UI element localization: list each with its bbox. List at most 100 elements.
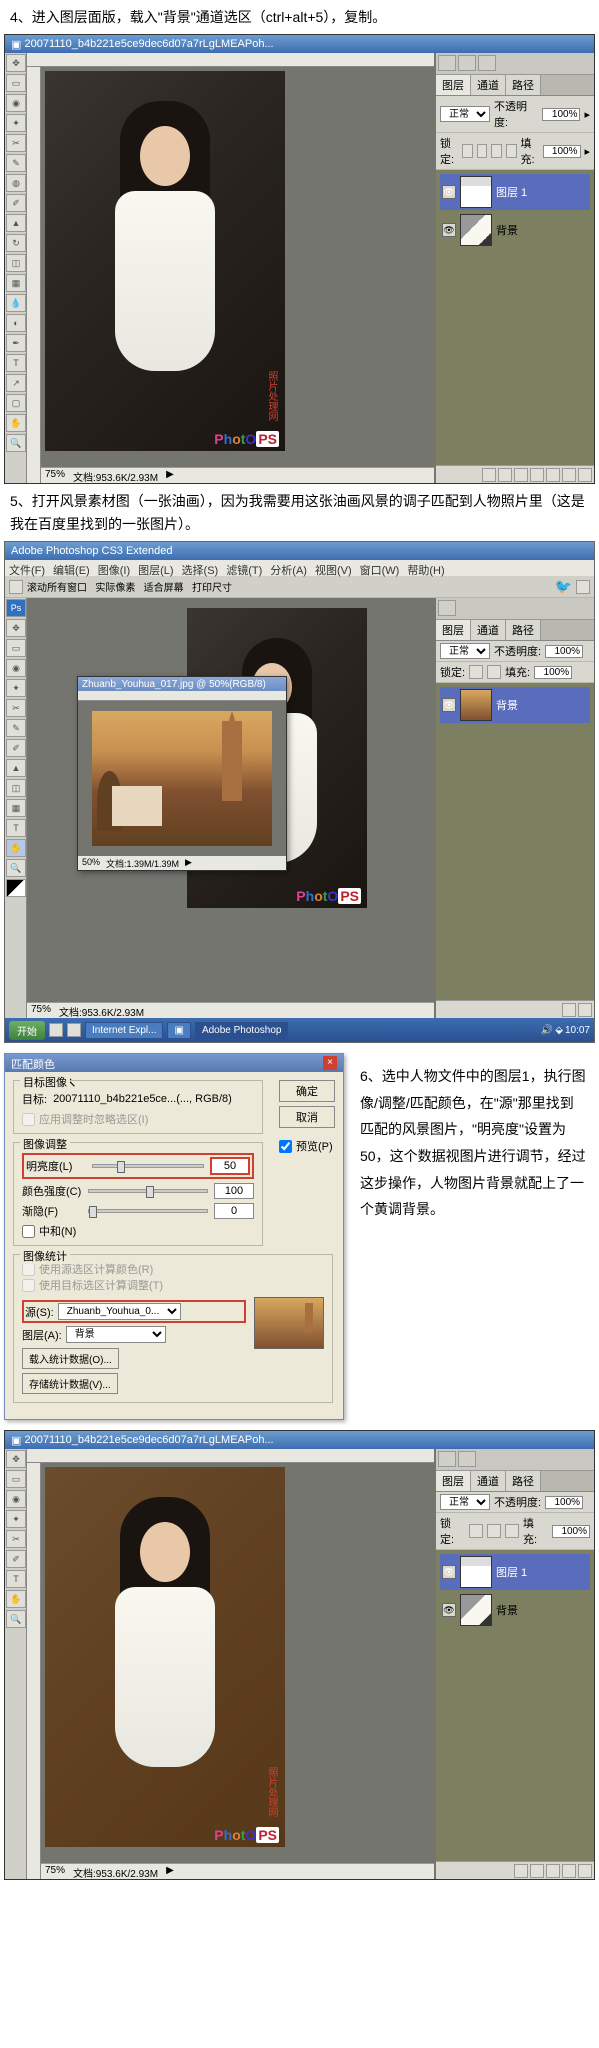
tab-paths[interactable]: 路径	[506, 1471, 541, 1491]
visibility-icon[interactable]: 👁	[442, 1565, 456, 1579]
shape-tool[interactable]: ▢	[6, 394, 26, 412]
visibility-icon[interactable]: 👁	[442, 698, 456, 712]
lock-icon[interactable]	[487, 1524, 501, 1538]
luminance-slider[interactable]	[92, 1164, 204, 1168]
menu-select[interactable]: 选择(S)	[182, 562, 219, 574]
neutralize-checkbox[interactable]	[22, 1225, 35, 1238]
trash-icon[interactable]	[578, 1003, 592, 1017]
move-tool[interactable]: ✥	[6, 619, 26, 637]
mask-icon[interactable]	[530, 1864, 544, 1878]
zoom-level[interactable]: 75%	[31, 1004, 51, 1017]
layer-item[interactable]: 👁 背景	[440, 1592, 590, 1628]
util-btn[interactable]	[438, 1451, 456, 1467]
mask-icon[interactable]	[514, 468, 528, 482]
lock-icon[interactable]	[487, 665, 501, 679]
move-tool[interactable]: ✥	[6, 1450, 26, 1468]
move-tool[interactable]: ✥	[6, 54, 26, 72]
lasso-tool[interactable]: ◉	[6, 94, 26, 112]
statusbar-arrow[interactable]: ▶	[166, 469, 174, 482]
lock-move-icon[interactable]	[491, 144, 502, 158]
opacity-input[interactable]	[545, 1496, 583, 1509]
util-btn[interactable]	[438, 600, 456, 616]
fx-icon[interactable]	[514, 1864, 528, 1878]
quicklaunch-icon[interactable]	[49, 1023, 63, 1037]
floating-titlebar[interactable]: Zhuanb_Youhua_017.jpg @ 50%(RGB/8)	[78, 677, 286, 691]
menu-edit[interactable]: 编辑(E)	[53, 562, 90, 574]
tab-layers[interactable]: 图层	[436, 1471, 471, 1491]
layer-item[interactable]: 👁 图层 1	[440, 174, 590, 210]
tray-icon[interactable]: ⬙	[555, 1025, 563, 1036]
marquee-tool[interactable]: ▭	[6, 74, 26, 92]
marquee-tool[interactable]: ▭	[6, 639, 26, 657]
layer-name[interactable]: 图层 1	[496, 1564, 527, 1580]
stamp-tool[interactable]: ▲	[6, 759, 26, 777]
layer-item[interactable]: 👁 图层 1	[440, 1554, 590, 1590]
floating-document[interactable]: Zhuanb_Youhua_017.jpg @ 50%(RGB/8) 50% 文…	[77, 676, 287, 871]
task-item-active[interactable]: Adobe Photoshop	[195, 1022, 289, 1039]
gradient-tool[interactable]: ▦	[6, 274, 26, 292]
lock-all-icon[interactable]	[506, 144, 517, 158]
fade-slider[interactable]	[88, 1209, 208, 1213]
layer-name[interactable]: 背景	[496, 222, 518, 238]
util-btn[interactable]	[458, 1451, 476, 1467]
fade-value[interactable]: 0	[214, 1203, 254, 1219]
new-layer-icon[interactable]	[562, 1003, 576, 1017]
fill-input[interactable]	[534, 666, 572, 679]
layer-item[interactable]: 👁 背景	[440, 212, 590, 248]
fg-bg-color[interactable]	[6, 879, 26, 897]
lock-icon[interactable]	[505, 1524, 519, 1538]
menu-window[interactable]: 窗口(W)	[360, 562, 400, 574]
trash-icon[interactable]	[578, 1864, 592, 1878]
layer-select[interactable]: 背景	[66, 1326, 166, 1343]
wand-tool[interactable]: ✦	[6, 679, 26, 697]
crop-tool[interactable]: ✂	[6, 699, 26, 717]
type-tool[interactable]: T	[6, 1570, 26, 1588]
blur-tool[interactable]: 💧	[6, 294, 26, 312]
layer-item[interactable]: 👁 背景	[440, 687, 590, 723]
menu-view[interactable]: 视图(V)	[315, 562, 352, 574]
link-icon[interactable]	[482, 468, 496, 482]
luminance-value[interactable]: 50	[210, 1157, 250, 1175]
zoom-level[interactable]: 75%	[45, 1865, 65, 1878]
menu-analysis[interactable]: 分析(A)	[270, 562, 307, 574]
lock-transparent-icon[interactable]	[462, 144, 473, 158]
util-btn[interactable]	[458, 55, 476, 71]
layer-name[interactable]: 背景	[496, 1602, 518, 1618]
menu-image[interactable]: 图像(I)	[98, 562, 130, 574]
marquee-tool[interactable]: ▭	[6, 1470, 26, 1488]
new-layer-icon[interactable]	[562, 468, 576, 482]
hand-tool[interactable]: ✋	[6, 839, 26, 857]
opacity-input[interactable]	[545, 645, 583, 658]
visibility-icon[interactable]: 👁	[442, 185, 456, 199]
zoom-tool[interactable]: 🔍	[6, 859, 26, 877]
visibility-icon[interactable]: 👁	[442, 223, 456, 237]
brush-tool[interactable]: ✐	[6, 739, 26, 757]
tab-channels[interactable]: 通道	[471, 1471, 506, 1491]
eyedropper-tool[interactable]: ✎	[6, 154, 26, 172]
brush-tool[interactable]: ✐	[6, 1550, 26, 1568]
heal-tool[interactable]: ◍	[6, 174, 26, 192]
quicklaunch-icon[interactable]	[67, 1023, 81, 1037]
path-tool[interactable]: ↗	[6, 374, 26, 392]
pen-tool[interactable]: ✒	[6, 334, 26, 352]
wand-tool[interactable]: ✦	[6, 114, 26, 132]
tab-paths[interactable]: 路径	[506, 620, 541, 640]
trash-icon[interactable]	[578, 468, 592, 482]
statusbar-arrow[interactable]: ▶	[166, 1865, 174, 1878]
start-button[interactable]: 开始	[9, 1021, 45, 1040]
intensity-slider[interactable]	[88, 1189, 208, 1193]
history-brush-tool[interactable]: ↻	[6, 234, 26, 252]
bird-icon[interactable]: 🐦	[555, 578, 572, 595]
zoom-tool[interactable]: 🔍	[6, 1610, 26, 1628]
crop-tool[interactable]: ✂	[6, 1530, 26, 1548]
menu-layer[interactable]: 图层(L)	[138, 562, 173, 574]
lasso-tool[interactable]: ◉	[6, 659, 26, 677]
wand-tool[interactable]: ✦	[6, 1510, 26, 1528]
tab-paths[interactable]: 路径	[506, 75, 541, 95]
fill-input[interactable]	[552, 1525, 590, 1538]
hand-tool[interactable]: ✋	[6, 414, 26, 432]
task-item[interactable]: Internet Expl...	[85, 1022, 163, 1039]
util-btn[interactable]	[438, 55, 456, 71]
workspace-icon[interactable]	[576, 580, 590, 594]
opacity-input[interactable]	[542, 108, 580, 121]
